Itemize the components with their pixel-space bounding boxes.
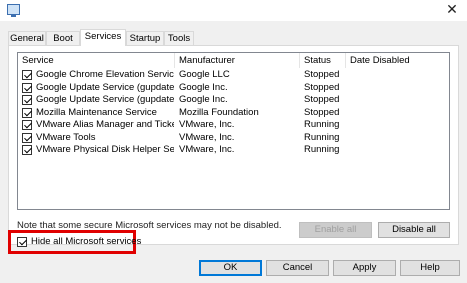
service-status: Stopped — [304, 94, 340, 105]
service-status: Running — [304, 119, 340, 130]
disable-all-button[interactable]: Disable all — [378, 222, 450, 238]
service-date-disabled — [350, 132, 446, 145]
service-name: Google Update Service (gupdate) — [36, 81, 174, 93]
list-item[interactable]: VMware Physical Disk Helper Ser... VMwar… — [18, 144, 449, 157]
service-name: Google Update Service (gupdatem) — [36, 94, 174, 105]
list-item[interactable]: Google Update Service (gupdate) Google I… — [18, 82, 449, 95]
ok-button[interactable]: OK — [199, 260, 262, 276]
column-header-manufacturer[interactable]: Manufacturer — [175, 53, 300, 68]
tab-services[interactable]: Services — [80, 29, 126, 46]
list-item[interactable]: VMware Alias Manager and Ticke... VMware… — [18, 119, 449, 132]
title-bar: ✕ — [0, 0, 467, 21]
service-date-disabled — [350, 107, 446, 120]
service-name: Mozilla Maintenance Service — [36, 106, 157, 118]
list-item[interactable]: VMware Tools VMware, Inc. Running — [18, 132, 449, 145]
service-manufacturer: Google LLC — [179, 69, 230, 80]
list-item[interactable]: Google Chrome Elevation Service Google L… — [18, 69, 449, 82]
hide-microsoft-services-label[interactable]: Hide all Microsoft services — [31, 236, 141, 248]
service-status: Running — [304, 131, 340, 143]
hide-microsoft-services-checkbox[interactable] — [17, 237, 27, 247]
tab-tools[interactable]: Tools — [164, 31, 194, 45]
service-date-disabled — [350, 69, 446, 82]
help-button[interactable]: Help — [400, 260, 460, 276]
column-header-date-disabled[interactable]: Date Disabled — [346, 53, 450, 68]
tab-startup[interactable]: Startup — [126, 31, 164, 45]
service-manufacturer: VMware, Inc. — [179, 119, 235, 130]
service-checkbox[interactable] — [22, 107, 32, 118]
service-checkbox[interactable] — [22, 70, 32, 80]
service-status: Running — [304, 144, 340, 155]
service-status: Stopped — [304, 81, 340, 93]
hide-microsoft-services-highlight: Hide all Microsoft services — [8, 230, 141, 254]
service-date-disabled — [350, 94, 446, 107]
service-status: Stopped — [304, 106, 340, 118]
service-checkbox[interactable] — [22, 145, 32, 155]
column-header-status[interactable]: Status — [300, 53, 346, 68]
enable-all-button[interactable]: Enable all — [299, 222, 372, 238]
column-header-service[interactable]: Service — [18, 53, 175, 68]
service-checkbox[interactable] — [22, 132, 32, 143]
close-button[interactable]: ✕ — [443, 2, 461, 18]
service-name: Google Chrome Elevation Service — [36, 69, 174, 80]
service-name: VMware Physical Disk Helper Ser... — [36, 144, 174, 155]
service-manufacturer: Google Inc. — [179, 94, 228, 105]
service-name: VMware Tools — [36, 131, 96, 143]
window-icon — [7, 4, 20, 17]
list-header: Service Manufacturer Status Date Disable… — [18, 53, 449, 68]
service-date-disabled — [350, 119, 446, 132]
service-status: Stopped — [304, 69, 340, 80]
service-manufacturer: Google Inc. — [179, 81, 228, 93]
service-date-disabled — [350, 82, 446, 95]
service-checkbox[interactable] — [22, 95, 32, 105]
list-item[interactable]: Google Update Service (gupdatem) Google … — [18, 94, 449, 107]
service-manufacturer: VMware, Inc. — [179, 131, 235, 143]
cancel-button[interactable]: Cancel — [266, 260, 329, 276]
apply-button[interactable]: Apply — [333, 260, 396, 276]
list-item[interactable]: Mozilla Maintenance Service Mozilla Foun… — [18, 107, 449, 120]
tab-boot[interactable]: Boot — [46, 31, 80, 45]
service-checkbox[interactable] — [22, 120, 32, 130]
service-manufacturer: VMware, Inc. — [179, 144, 235, 155]
service-checkbox[interactable] — [22, 82, 32, 93]
service-name: VMware Alias Manager and Ticke... — [36, 119, 174, 130]
service-manufacturer: Mozilla Foundation — [179, 106, 259, 118]
tab-general[interactable]: General — [8, 31, 46, 45]
services-list[interactable]: Service Manufacturer Status Date Disable… — [17, 52, 450, 210]
service-date-disabled — [350, 144, 446, 157]
